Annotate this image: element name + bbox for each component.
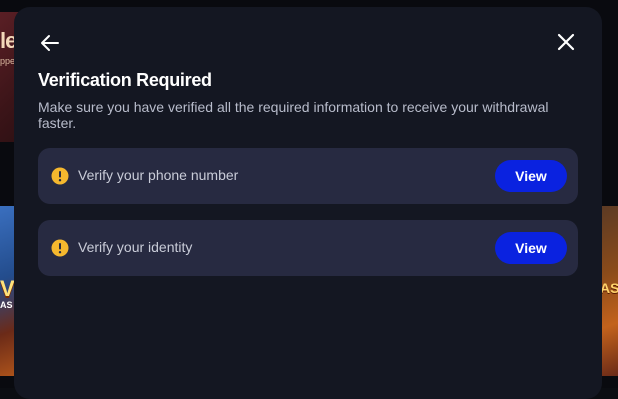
verify-identity-item: Verify your identity View <box>38 220 578 276</box>
verify-phone-item: Verify your phone number View <box>38 148 578 204</box>
view-phone-button[interactable]: View <box>495 160 567 192</box>
verify-identity-label: Verify your identity <box>78 239 193 255</box>
modal-subtitle: Make sure you have verified all the requ… <box>38 99 549 131</box>
warning-icon <box>51 239 69 257</box>
arrow-left-icon <box>41 35 59 51</box>
close-button[interactable] <box>552 28 580 56</box>
verification-modal: Verification Required Make sure you have… <box>14 7 602 399</box>
background-tile-subtext: AS <box>0 300 13 310</box>
view-identity-button[interactable]: View <box>495 232 567 264</box>
close-icon <box>557 33 575 51</box>
back-button[interactable] <box>36 29 64 57</box>
background-tile-text: AS <box>600 280 618 296</box>
background-tile-text: V <box>0 276 15 301</box>
warning-icon <box>51 167 69 185</box>
background-tile-subtext: ppe <box>0 56 16 66</box>
verify-phone-label: Verify your phone number <box>78 167 239 183</box>
modal-title: Verification Required <box>38 70 212 90</box>
